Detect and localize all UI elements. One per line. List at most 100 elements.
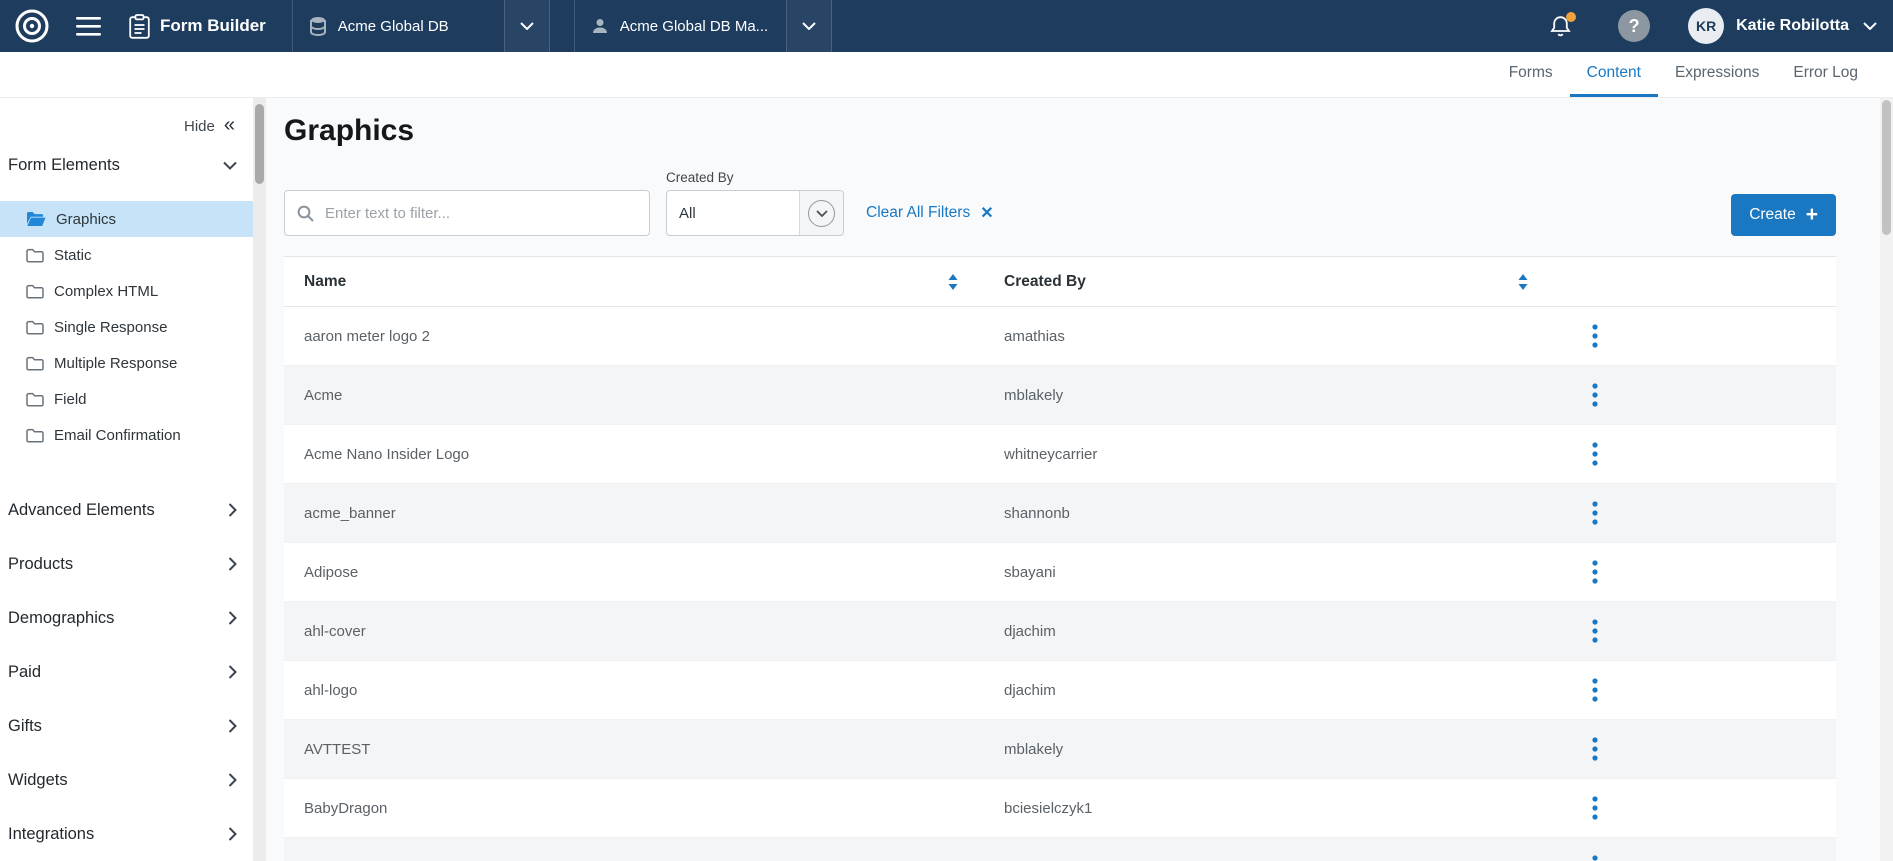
row-created-by: shannonb	[984, 505, 1574, 522]
page-scrollbar-thumb[interactable]	[1882, 100, 1891, 235]
person-icon	[591, 17, 609, 35]
hamburger-menu-icon[interactable]	[70, 11, 107, 42]
row-actions-kebab-icon[interactable]	[1584, 733, 1606, 765]
chevron-right-icon	[228, 719, 237, 733]
database-selector[interactable]: Acme Global DB	[292, 0, 504, 52]
database-icon	[309, 16, 327, 36]
user-avatar[interactable]: KR	[1688, 8, 1724, 44]
row-name: Adipose	[284, 564, 984, 581]
filter-row: Created By All Clear All Filters ✕	[284, 170, 1836, 236]
tab-forms[interactable]: Forms	[1492, 52, 1570, 97]
form-selector-chevron-icon[interactable]	[786, 0, 832, 52]
folder-open-icon	[26, 211, 46, 227]
tab-error-log[interactable]: Error Log	[1776, 52, 1875, 97]
row-created-by: amathias	[984, 328, 1574, 345]
created-by-select[interactable]: All	[666, 190, 844, 236]
row-actions-kebab-icon[interactable]	[1584, 851, 1606, 861]
sidebar-item-field[interactable]: Field	[0, 381, 253, 417]
chevron-down-icon	[223, 161, 237, 170]
row-actions-kebab-icon[interactable]	[1584, 320, 1606, 352]
row-name: BabyDragon	[284, 800, 984, 817]
sidebar-item-graphics[interactable]: Graphics	[0, 201, 253, 237]
chevron-right-icon	[228, 611, 237, 625]
tab-content[interactable]: Content	[1570, 52, 1658, 97]
sidebar-scrollbar-thumb[interactable]	[255, 104, 264, 184]
sidebar-section-paid[interactable]: Paid	[0, 645, 253, 699]
tabs: FormsContentExpressionsError Log	[1492, 52, 1875, 97]
sidebar-section-demographics[interactable]: Demographics	[0, 591, 253, 645]
folder-icon	[26, 392, 44, 407]
chevron-right-icon	[228, 827, 237, 841]
sidebar-item-email-confirmation[interactable]: Email Confirmation	[0, 417, 253, 453]
sidebar-section-integrations[interactable]: Integrations	[0, 807, 253, 861]
column-header-created-by[interactable]: Created By	[984, 273, 1574, 291]
tab-bar: FormsContentExpressionsError Log	[0, 52, 1893, 98]
row-created-by: djachim	[984, 682, 1574, 699]
created-by-value: All	[667, 205, 799, 222]
tab-expressions[interactable]: Expressions	[1658, 52, 1776, 97]
folder-icon	[26, 284, 44, 299]
row-actions-kebab-icon[interactable]	[1584, 438, 1606, 470]
created-by-sort-icon[interactable]	[1518, 274, 1528, 290]
sidebar-item-single-response[interactable]: Single Response	[0, 309, 253, 345]
row-actions	[1574, 792, 1836, 824]
table-row: ahl-cover djachim	[284, 602, 1836, 661]
app-logo-icon[interactable]	[14, 8, 50, 44]
row-actions-kebab-icon[interactable]	[1584, 792, 1606, 824]
sidebar-section-products[interactable]: Products	[0, 537, 253, 591]
sidebar-item-complex-html[interactable]: Complex HTML	[0, 273, 253, 309]
sidebar-section-form-elements[interactable]: Form Elements	[0, 143, 253, 187]
notification-badge	[1566, 12, 1576, 22]
table-row: BabyDragon bciesielczyk1	[284, 779, 1836, 838]
filter-search	[284, 190, 650, 236]
sidebar-section-widgets[interactable]: Widgets	[0, 753, 253, 807]
row-created-by: djachim	[984, 623, 1574, 640]
search-input[interactable]	[323, 204, 637, 223]
form-selector-value: Acme Global DB Ma...	[620, 18, 768, 35]
row-name: Acme	[284, 387, 984, 404]
created-by-filter: Created By All	[666, 170, 844, 236]
sidebar-scrollbar[interactable]	[253, 98, 266, 861]
page-title: Graphics	[284, 114, 1836, 148]
user-name: Katie Robilotta	[1736, 17, 1849, 35]
table-row: AVTTEST mblakely	[284, 720, 1836, 779]
sidebar-section-advanced-elements[interactable]: Advanced Elements	[0, 483, 253, 537]
sidebar-item-multiple-response[interactable]: Multiple Response	[0, 345, 253, 381]
select-dropdown-button[interactable]	[799, 191, 843, 235]
row-actions-kebab-icon[interactable]	[1584, 379, 1606, 411]
row-actions-kebab-icon[interactable]	[1584, 615, 1606, 647]
top-bar: Form Builder Acme Global DB Acme Global …	[0, 0, 1893, 52]
chevron-right-icon	[228, 665, 237, 679]
row-actions-kebab-icon[interactable]	[1584, 556, 1606, 588]
create-button[interactable]: Create +	[1731, 194, 1836, 236]
notifications-bell-icon[interactable]	[1549, 14, 1572, 39]
app-title: Form Builder	[160, 16, 266, 36]
row-name: ahl-cover	[284, 623, 984, 640]
folder-icon	[26, 428, 44, 443]
clear-filters-label: Clear All Filters	[866, 204, 970, 222]
sidebar-hide-button[interactable]: Hide «	[0, 110, 253, 143]
search-icon	[297, 205, 314, 222]
top-bar-right: ? KR Katie Robilotta	[1549, 8, 1877, 44]
page-scrollbar[interactable]	[1880, 98, 1893, 861]
form-selector[interactable]: Acme Global DB Ma...	[574, 0, 786, 52]
row-actions-kebab-icon[interactable]	[1584, 497, 1606, 529]
database-selector-chevron-icon[interactable]	[504, 0, 550, 52]
help-icon[interactable]: ?	[1618, 10, 1650, 42]
row-actions-kebab-icon[interactable]	[1584, 674, 1606, 706]
row-name: Acme Nano Insider Logo	[284, 446, 984, 463]
table-row: aaron meter logo 2 amathias	[284, 307, 1836, 366]
clear-x-icon: ✕	[980, 203, 993, 223]
row-actions	[1574, 556, 1836, 588]
column-header-name[interactable]: Name	[284, 273, 984, 291]
column-created-by-label: Created By	[1004, 273, 1086, 291]
sidebar-section-gifts[interactable]: Gifts	[0, 699, 253, 753]
folder-icon	[26, 248, 44, 263]
user-menu-chevron-icon[interactable]	[1863, 22, 1877, 30]
row-actions	[1574, 320, 1836, 352]
name-sort-icon[interactable]	[948, 274, 958, 290]
table-header: Name Created By	[284, 257, 1836, 307]
clear-filters-link[interactable]: Clear All Filters ✕	[866, 203, 994, 223]
sidebar-item-static[interactable]: Static	[0, 237, 253, 273]
sidebar-sections: Advanced Elements Products Demographics …	[0, 483, 253, 861]
